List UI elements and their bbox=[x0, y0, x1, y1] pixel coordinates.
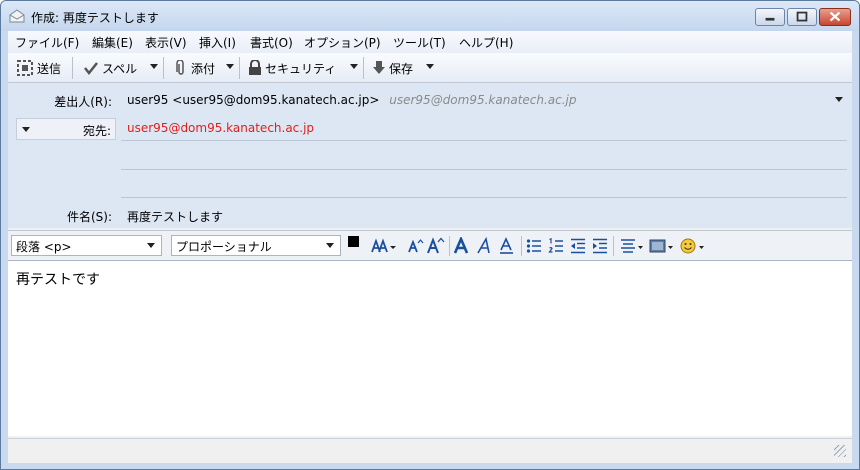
foreground-color-swatch bbox=[348, 236, 359, 247]
menu-help[interactable]: ヘルプ(H) bbox=[459, 34, 513, 51]
status-bar bbox=[8, 438, 852, 463]
font-size-menu-icon[interactable] bbox=[371, 238, 397, 254]
send-icon bbox=[17, 60, 33, 76]
numbered-list-icon[interactable] bbox=[548, 238, 564, 254]
insert-object-icon[interactable] bbox=[649, 238, 675, 254]
paperclip-icon bbox=[176, 60, 184, 75]
minimize-button[interactable] bbox=[755, 8, 785, 26]
smiley-icon[interactable] bbox=[680, 238, 706, 254]
save-dropdown-icon[interactable] bbox=[426, 64, 434, 69]
save-button[interactable]: 保存 bbox=[372, 58, 413, 78]
menu-edit[interactable]: 編集(E) bbox=[92, 34, 133, 51]
menu-bar: ファイル(F) 編集(E) 表示(V) 挿入(I) 書式(O) オプション(P)… bbox=[8, 31, 852, 53]
maximize-icon bbox=[796, 11, 808, 22]
send-button[interactable]: 送信 bbox=[16, 58, 61, 78]
toolbar-separator bbox=[163, 57, 164, 79]
to-field[interactable]: user95@dom95.kanatech.ac.jp bbox=[127, 121, 314, 135]
subject-field[interactable]: 再度テストします bbox=[127, 208, 223, 225]
from-hint: user95@dom95.kanatech.ac.jp bbox=[389, 93, 577, 107]
toolbar-separator bbox=[363, 57, 364, 79]
format-separator bbox=[521, 236, 522, 256]
font-larger-icon[interactable] bbox=[427, 237, 445, 255]
attach-button[interactable]: 添付 bbox=[174, 58, 215, 78]
font-smaller-icon[interactable] bbox=[408, 238, 424, 254]
save-label: 保存 bbox=[389, 61, 414, 76]
recipient-type-select[interactable]: 宛先: bbox=[16, 118, 116, 140]
italic-icon[interactable] bbox=[477, 237, 493, 255]
security-label: セキュリティ bbox=[265, 61, 337, 76]
from-label: 差出人(R): bbox=[54, 95, 112, 109]
download-arrow-icon bbox=[373, 61, 385, 74]
toolbar-separator bbox=[239, 57, 240, 79]
bold-icon[interactable] bbox=[454, 237, 470, 255]
resize-grip-icon[interactable] bbox=[834, 445, 846, 457]
message-body-text: 再テストです bbox=[16, 272, 100, 288]
menu-view[interactable]: 表示(V) bbox=[145, 34, 187, 51]
window-body: ファイル(F) 編集(E) 表示(V) 挿入(I) 書式(O) オプション(P)… bbox=[8, 31, 852, 463]
align-menu-icon[interactable] bbox=[620, 238, 644, 254]
from-select[interactable]: user95 <user95@dom95.kanatech.ac.jp> use… bbox=[127, 93, 843, 107]
menu-tools[interactable]: ツール(T) bbox=[393, 34, 446, 51]
menu-insert[interactable]: 挿入(I) bbox=[199, 34, 236, 51]
address-panel: 差出人(R): user95 <user95@dom95.kanatech.ac… bbox=[8, 83, 852, 228]
minimize-icon bbox=[765, 17, 775, 21]
format-toolbar: 段落 <p> プロポーショナル bbox=[8, 230, 852, 260]
paragraph-style-select[interactable]: 段落 <p> bbox=[11, 235, 162, 256]
recipient-row-divider bbox=[121, 140, 847, 141]
font-select[interactable]: プロポーショナル bbox=[171, 235, 341, 256]
menu-format[interactable]: 書式(O) bbox=[250, 34, 293, 51]
attach-dropdown-icon[interactable] bbox=[226, 64, 234, 69]
title-bar: 作成: 再度テストします bbox=[1, 1, 859, 31]
from-dropdown-icon bbox=[835, 97, 843, 102]
recipient-type-dropdown-icon bbox=[22, 127, 30, 132]
main-toolbar: 送信 スペル 添付 セキュリティ 保存 bbox=[8, 53, 852, 83]
security-button[interactable]: セキュリティ bbox=[248, 58, 336, 78]
from-value: user95 <user95@dom95.kanatech.ac.jp> bbox=[127, 93, 380, 107]
security-dropdown-icon[interactable] bbox=[350, 64, 358, 69]
format-separator bbox=[613, 236, 614, 256]
indent-icon[interactable] bbox=[592, 238, 608, 254]
lock-icon bbox=[249, 60, 261, 75]
window-title: 作成: 再度テストします bbox=[31, 11, 159, 25]
message-body-editor[interactable]: 再テストです bbox=[8, 260, 852, 436]
close-icon bbox=[829, 11, 841, 22]
text-color-button[interactable] bbox=[347, 236, 367, 256]
bullet-list-icon[interactable] bbox=[526, 238, 542, 254]
menu-file[interactable]: ファイル(F) bbox=[15, 34, 79, 51]
chevron-down-icon bbox=[326, 243, 334, 248]
menu-options[interactable]: オプション(P) bbox=[304, 34, 381, 51]
toolbar-separator bbox=[72, 57, 73, 79]
chevron-down-icon bbox=[147, 243, 155, 248]
font-value: プロポーショナル bbox=[176, 240, 272, 254]
send-label: 送信 bbox=[37, 61, 62, 76]
compose-window: 作成: 再度テストします ファイル(F) 編集(E) 表示(V) 挿入(I) 書… bbox=[0, 0, 860, 470]
spell-dropdown-icon[interactable] bbox=[150, 64, 158, 69]
to-label: 宛先: bbox=[82, 124, 111, 138]
close-button[interactable] bbox=[819, 8, 851, 26]
format-separator bbox=[449, 236, 450, 256]
maximize-button[interactable] bbox=[787, 8, 817, 26]
paragraph-style-value: 段落 <p> bbox=[16, 240, 72, 254]
underline-icon[interactable] bbox=[499, 237, 515, 255]
attach-label: 添付 bbox=[191, 61, 216, 76]
spell-label: スペル bbox=[102, 61, 138, 76]
checkmark-icon bbox=[84, 62, 98, 76]
recipient-row-divider bbox=[121, 197, 847, 198]
compose-app-icon bbox=[9, 9, 25, 23]
outdent-icon[interactable] bbox=[570, 238, 586, 254]
subject-label: 件名(S): bbox=[66, 210, 112, 224]
recipient-row-divider bbox=[121, 169, 847, 170]
spell-button[interactable]: スペル bbox=[83, 58, 137, 78]
